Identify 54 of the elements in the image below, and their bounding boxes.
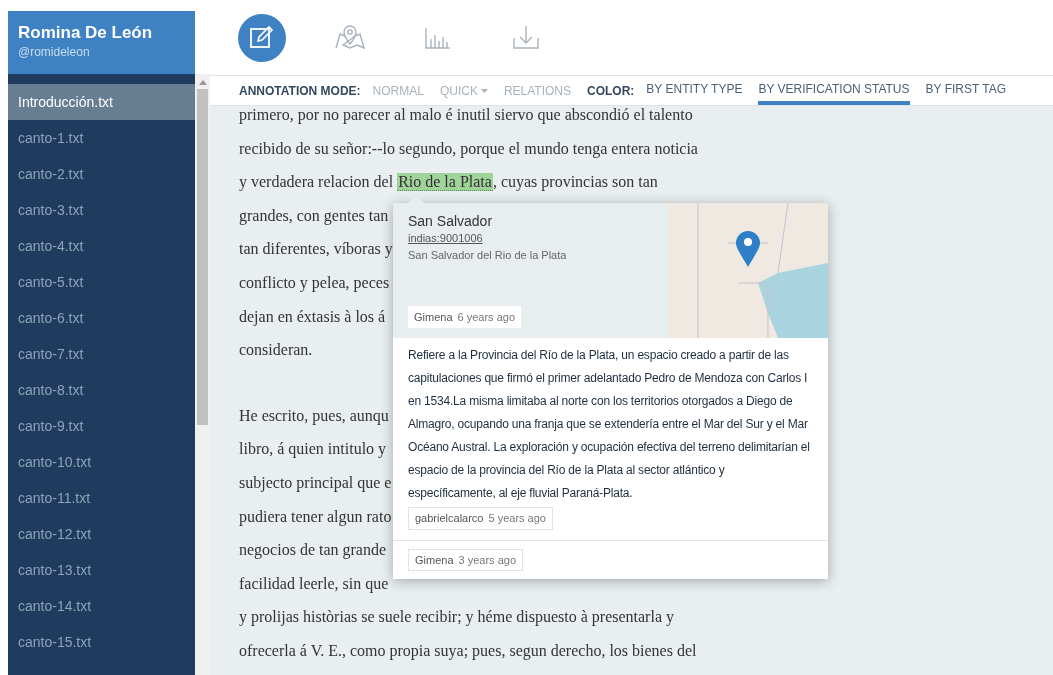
file-item[interactable]: canto-15.txt — [8, 624, 195, 660]
file-item[interactable]: canto-1.txt — [8, 120, 195, 156]
color-mode-tab[interactable]: BY ENTITY TYPE — [646, 76, 743, 105]
place-id-link[interactable]: indias:9001006 — [408, 230, 483, 247]
timestamp: 3 years ago — [458, 552, 516, 568]
file-item[interactable]: canto-10.txt — [8, 444, 195, 480]
file-item[interactable]: canto-2.txt — [8, 156, 195, 192]
text-line: dejan en éxtasis à los á — [239, 306, 386, 328]
file-item[interactable]: canto-9.txt — [8, 408, 195, 444]
scroll-up-icon[interactable] — [198, 79, 207, 85]
user-name: Romina De León — [18, 23, 154, 43]
text-line: libro, á quien intitulo y — [239, 439, 387, 460]
file-item[interactable]: Introducción.txt — [8, 84, 195, 120]
text-line: subjecto principal que e — [239, 472, 392, 494]
file-item[interactable]: canto-6.txt — [8, 300, 195, 336]
map-pin-icon — [736, 231, 760, 267]
text-line: He escrito, pues, aunqu — [239, 405, 389, 427]
text-line: primero, por no parecer al malo é inutil siervo que abscondió el talento — [239, 106, 693, 126]
text-line: tan diferentes, víboras y — [239, 239, 393, 260]
file-item[interactable]: canto-4.txt — [8, 228, 195, 264]
file-item[interactable]: canto-14.txt — [8, 588, 195, 624]
text-line: conflicto y pelea, peces — [239, 272, 390, 294]
file-item[interactable]: canto-13.txt — [8, 552, 195, 588]
text-line: grandes, con gentes tan — [239, 205, 389, 227]
timestamp: 6 years ago — [457, 309, 515, 325]
text-line: negocios de tan grande — [239, 540, 387, 561]
file-item[interactable]: canto-8.txt — [8, 372, 195, 408]
text-line: y verdadera relacion del Rio de la Plata, cuyas provincias son tan — [239, 172, 658, 194]
file-item[interactable]: canto-5.txt — [8, 264, 195, 300]
author-name: Gimena — [415, 552, 454, 568]
file-item[interactable]: canto-3.txt — [8, 192, 195, 228]
text-line: ofrecerla á V. E., como propia suya; pues, segun derecho, los bienes del — [239, 640, 697, 662]
scrollbar[interactable] — [195, 74, 210, 675]
annotation-mode-label: ANNOTATION MODE: — [239, 82, 361, 100]
comment-text: Refiere a la Provincia del Río de la Plata, un espacio creado a partir de las capitulaciones que firmó el primer adelantado Pedro de Mendoza con Carlos I en 1534.La misma limitaba al norte con los territorios otorgados a Diego de Almagro, ocupando una franja que se extendería entre el Mar del Sur y el Mar Océano Austral. La exploración y ocupación efectiva del terreno delimitarían el espacio de la provincia del Río de la Plata al sector atlántico y específicamente, al eje fluvial Paraná-Plata. — [408, 347, 811, 502]
user-handle: @romideleon — [18, 44, 91, 61]
annotated-entity[interactable]: Rio de la Plata — [397, 173, 493, 192]
text-line: y prolijas històrias se suele recibir; y héme dispuesto à presentarla y — [239, 607, 674, 628]
place-name: San Salvador — [408, 212, 494, 230]
text-line: facilidad leerle, sin que — [239, 573, 389, 595]
text-line: consideran. — [239, 340, 313, 361]
timestamp: 5 years ago — [488, 511, 546, 526]
file-item[interactable]: canto-11.txt — [8, 480, 195, 516]
color-label: COLOR: — [587, 82, 635, 100]
author-name: Gimena — [414, 309, 453, 325]
text-line: pudiera tener algun rato — [239, 506, 392, 528]
text-line: recibido de su señor:--lo segundo, porque el mundo tenga entera noticia — [239, 138, 698, 160]
color-mode-tab[interactable]: BY FIRST TAG — [925, 76, 1006, 105]
file-item[interactable]: canto-12.txt — [8, 516, 195, 552]
edit-tool-button[interactable] — [238, 13, 286, 62]
place-full-name: San Salvador del Rio de la Plata — [408, 248, 568, 263]
file-item[interactable]: canto-7.txt — [8, 336, 195, 372]
author-name: gabrielcalarco — [415, 511, 484, 526]
scrollbar-thumb[interactable] — [197, 89, 208, 425]
